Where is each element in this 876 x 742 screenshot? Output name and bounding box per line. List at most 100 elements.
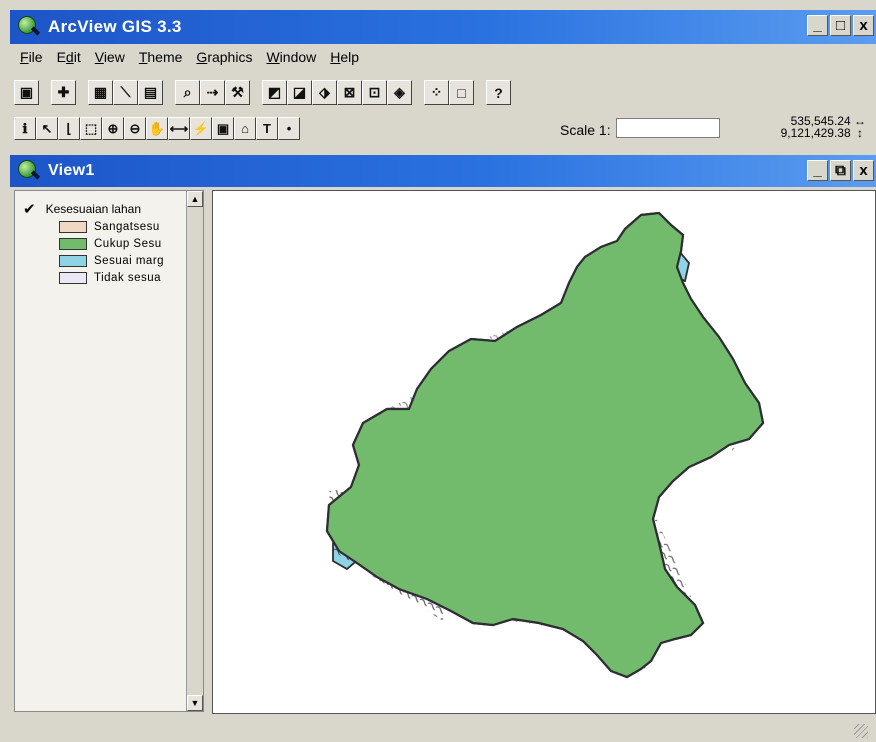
vertex-edit-button[interactable]: ⌊ [58,117,80,140]
select-feature-button[interactable]: ⬚ [80,117,102,140]
zoom-active-themes-icon: ◪ [292,84,307,100]
zoom-active-themes-button[interactable]: ◪ [287,80,312,105]
coordinate-display: 535,545.24 ↔ 9,121,429.38 ↕ [781,115,866,139]
legend-label: Sesuai marg [94,254,165,267]
open-table-icon: ▤ [143,84,158,100]
zoom-in-fixed-button[interactable]: ⊠ [337,80,362,105]
open-table-button[interactable]: ▤ [138,80,163,105]
zoom-previous-icon: ◈ [394,84,405,100]
theme-properties-icon: ▦ [93,84,108,100]
menu-bar: File Edit View Theme Graphics Window Help [14,47,367,71]
measure-icon: ⟷ [169,120,189,136]
app-titlebar[interactable]: ArcView GIS 3.3 _ □ x [10,10,876,44]
vertex-edit-icon: ⌊ [66,120,72,136]
draw-point-button[interactable]: • [278,117,300,140]
menu-item-theme[interactable]: Theme [133,47,191,71]
theme-name: Kesesuaian lahan [45,202,141,216]
view-titlebar[interactable]: View1 _ ⧉ x [10,155,876,187]
menu-item-window[interactable]: Window [260,47,324,71]
identify-icon: ℹ [22,120,28,136]
draw-point-icon: • [286,121,292,136]
maximize-button[interactable]: □ [830,15,851,36]
add-theme-icon: ✚ [57,84,70,100]
text-button[interactable]: T [256,117,278,140]
zoom-selected-icon: ⬗ [319,84,330,100]
legend-label: Tidak sesua [94,271,162,284]
menu-item-graphics[interactable]: Graphics [190,47,260,71]
zoom-previous-button[interactable]: ◈ [387,80,412,105]
save-button[interactable]: ▣ [14,80,39,105]
area-of-interest-icon: ▣ [216,120,230,136]
pan-icon: ✋ [148,120,166,136]
legend-label: Sangatsesu [94,220,160,233]
query-builder-button[interactable]: ⚒ [225,80,250,105]
legend-swatch [59,220,87,233]
view-title: View1 [48,162,95,179]
resize-grip-icon[interactable] [854,724,868,738]
label-icon: ⌂ [241,121,249,136]
menu-item-edit[interactable]: Edit [51,47,89,71]
view-close-button[interactable]: x [853,160,874,181]
view-icon [18,160,41,182]
scale-label: Scale 1: [560,122,611,138]
zoom-full-extent-button[interactable]: ◩ [262,80,287,105]
zoom-in-button[interactable]: ⊕ [102,117,124,140]
identify-button[interactable]: ℹ [14,117,36,140]
legend-label: Cukup Sesu [94,237,162,250]
scroll-down-icon[interactable]: ▼ [187,695,203,711]
legend-swatch [59,254,87,267]
edit-legend-icon: ⟍ [120,84,131,100]
menu-item-file[interactable]: File [14,47,51,71]
legend-item[interactable]: Cukup Sesu [59,235,164,252]
app-title: ArcView GIS 3.3 [48,17,182,36]
hotlink-button[interactable]: ⚡ [190,117,212,140]
pointer-icon: ↖ [41,120,53,136]
minimize-button[interactable]: _ [807,15,828,36]
theme-entry[interactable]: ✔ Kesesuaian lahan [23,200,141,218]
query-builder-icon: ⚒ [231,84,244,100]
zoom-in-fixed-icon: ⊠ [343,84,356,100]
help-icon: ? [494,84,503,101]
table-of-contents[interactable]: ✔ Kesesuaian lahan Sangatsesu Cukup Sesu S… [14,190,204,712]
zoom-out-fixed-icon: ⊡ [368,84,381,100]
pointer-button[interactable]: ↖ [36,117,58,140]
label-button[interactable]: ⌂ [234,117,256,140]
legend-item[interactable]: Tidak sesua [59,269,164,286]
find-button[interactable]: ⌕ [175,80,200,105]
theme-properties-button[interactable]: ▦ [88,80,113,105]
zoom-out-button[interactable]: ⊖ [124,117,146,140]
menu-item-help[interactable]: Help [324,47,367,71]
add-theme-button[interactable]: ✚ [51,80,76,105]
theme-visible-checkbox[interactable]: ✔ [23,200,36,218]
zoom-out-fixed-button[interactable]: ⊡ [362,80,387,105]
save-icon: ▣ [19,84,34,100]
vertical-arrow-icon: ↕ [857,126,863,140]
close-button[interactable]: x [853,15,874,36]
locate-address-button[interactable]: ⇢ [200,80,225,105]
select-features-button[interactable]: ⁘ [424,80,449,105]
legend-swatch [59,237,87,250]
arcview-app-icon [18,16,41,38]
pan-button[interactable]: ✋ [146,117,168,140]
find-icon: ⌕ [183,84,192,100]
menu-item-view[interactable]: View [89,47,133,71]
toc-scrollbar[interactable]: ▲ ▼ [186,191,203,711]
area-of-interest-button[interactable]: ▣ [212,117,234,140]
select-features-icon: ⁘ [430,84,443,100]
measure-button[interactable]: ⟷ [168,117,190,140]
zoom-full-extent-icon: ◩ [267,84,282,100]
locate-address-icon: ⇢ [206,84,219,100]
select-feature-icon: ⬚ [84,120,98,136]
scale-input[interactable] [616,118,720,138]
map-display[interactable] [212,190,876,714]
scroll-up-icon[interactable]: ▲ [187,191,203,207]
legend-item[interactable]: Sangatsesu [59,218,164,235]
zoom-selected-button[interactable]: ⬗ [312,80,337,105]
clear-selection-button[interactable]: □ [449,80,474,105]
view-restore-button[interactable]: ⧉ [830,160,851,181]
zoom-out-icon: ⊖ [129,120,141,136]
help-button[interactable]: ? [486,80,511,105]
edit-legend-button[interactable]: ⟍ [113,80,138,105]
view-minimize-button[interactable]: _ [807,160,828,181]
legend-item[interactable]: Sesuai marg [59,252,164,269]
